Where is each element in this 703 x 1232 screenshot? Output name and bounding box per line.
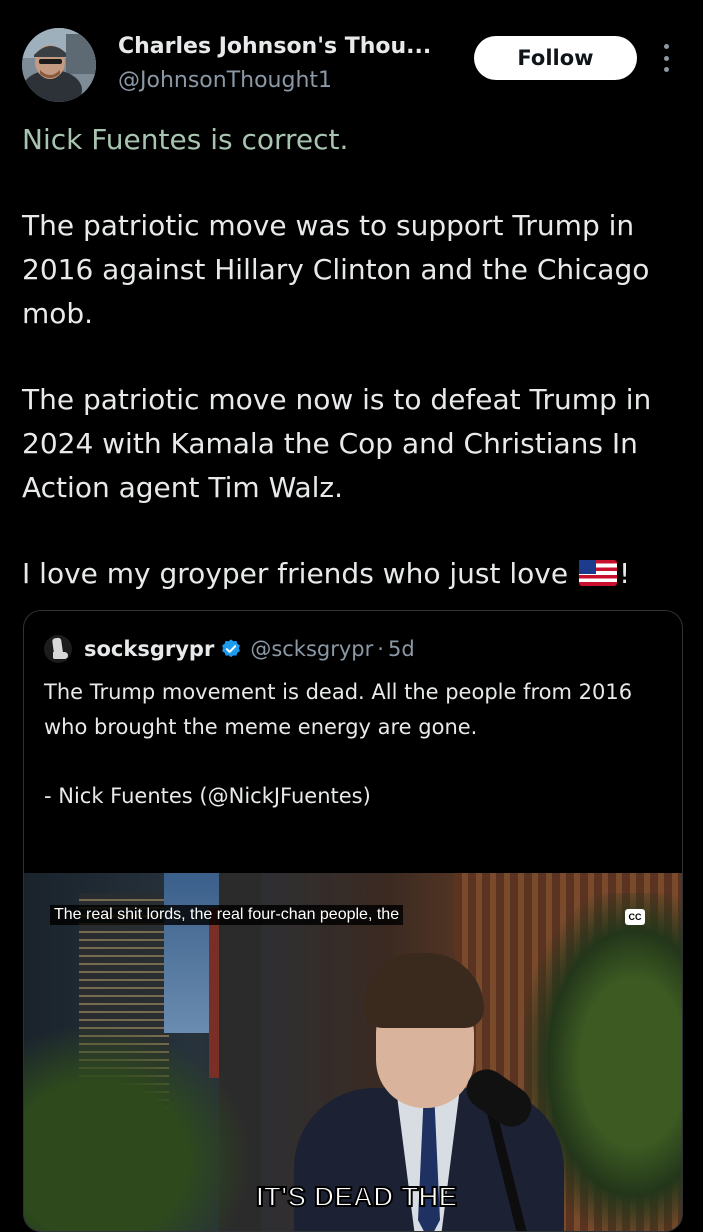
quoted-post[interactable]: socksgrypr @scksgrypr · 5d The Trump mov…: [23, 610, 683, 1232]
author-name[interactable]: Charles Johnson's Thou...: [118, 34, 431, 59]
quoted-attribution: - Nick Fuentes (@NickJFuentes): [44, 784, 371, 808]
us-flag-icon: [578, 560, 617, 586]
quoted-timestamp[interactable]: 5d: [388, 637, 415, 661]
quoted-author-handle[interactable]: @scksgrypr: [250, 637, 373, 661]
quoted-header: socksgrypr @scksgrypr · 5d: [44, 635, 415, 663]
post-line: The patriotic move was to support Trump …: [22, 209, 650, 330]
post-line: The patriotic move now is to defeat Trum…: [22, 383, 652, 504]
quoted-separator: ·: [377, 637, 384, 661]
quoted-body: The Trump movement is dead. All the peop…: [44, 675, 644, 814]
sock-avatar-icon[interactable]: [44, 635, 72, 663]
follow-button[interactable]: Follow: [474, 36, 637, 80]
video-caption: The real shit lords, the real four-chan …: [50, 905, 404, 925]
more-options-icon[interactable]: [658, 44, 674, 72]
quoted-author-name[interactable]: socksgrypr: [84, 637, 214, 661]
post-body: Nick Fuentes is correct. The patriotic m…: [22, 118, 682, 596]
post-end-punct: !: [618, 557, 631, 590]
video-player[interactable]: The real shit lords, the real four-chan …: [24, 873, 682, 1231]
quoted-text: The Trump movement is dead. All the peop…: [44, 680, 633, 739]
verified-badge-icon: [220, 638, 242, 660]
closed-captions-icon[interactable]: CC: [625, 909, 645, 925]
post-line: Nick Fuentes is correct.: [22, 123, 349, 156]
avatar-photo-icon: [22, 28, 96, 102]
post-line-text: I love my groyper friends who just love: [22, 557, 569, 590]
post-line-last: I love my groyper friends who just love …: [22, 552, 682, 596]
author-handle[interactable]: @JohnsonThought1: [118, 68, 332, 93]
author-avatar[interactable]: [22, 28, 96, 102]
video-burned-text: IT'S DEAD THE: [255, 1180, 458, 1213]
